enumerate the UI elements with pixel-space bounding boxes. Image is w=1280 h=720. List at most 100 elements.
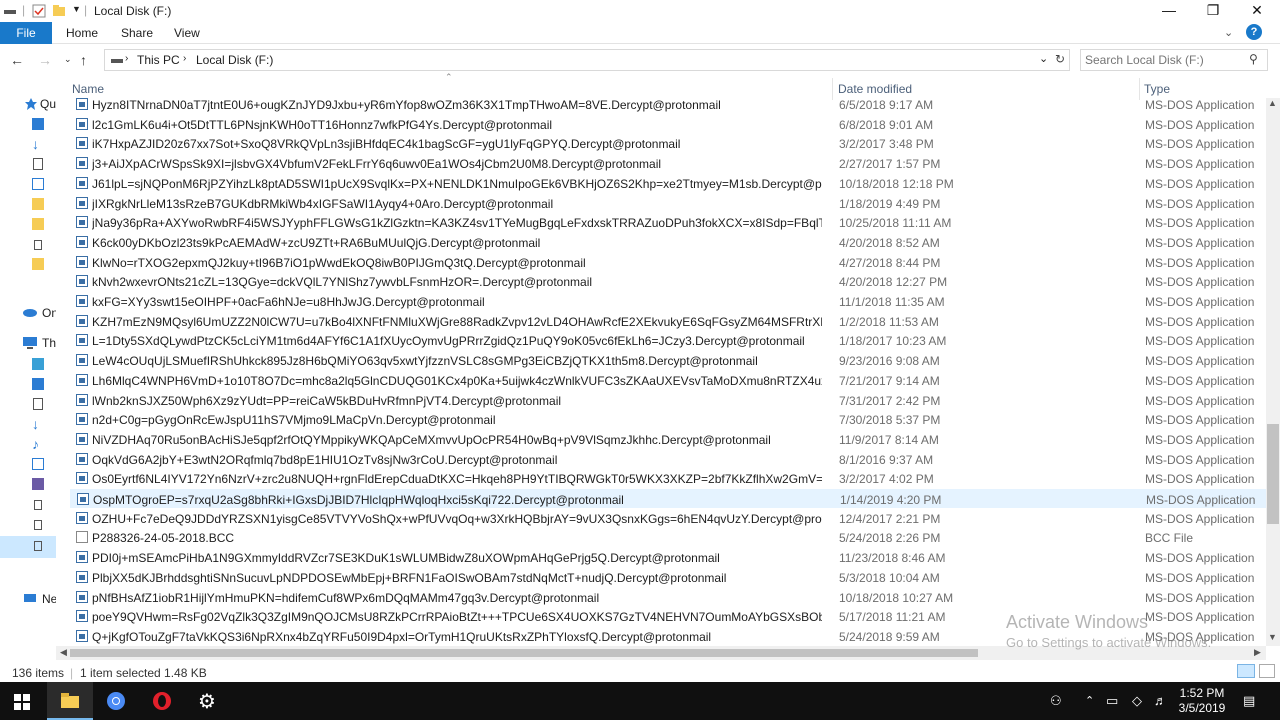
nav-item-downloads[interactable]: ↓ (22, 136, 56, 156)
details-view-icon[interactable] (1237, 664, 1255, 678)
file-row[interactable]: Lh6MlqC4WNPH6VmD+1o10T8O7Dc=mhc8a2lq5Gln… (70, 371, 1266, 390)
nav-item-downloads[interactable]: ↓ (22, 416, 56, 436)
nav-item-local-disk-f[interactable] (0, 536, 56, 558)
search-box[interactable]: ⚲ (1080, 49, 1268, 71)
nav-item-pictures[interactable] (22, 458, 56, 476)
taskbar-settings[interactable]: ⚙ (185, 682, 231, 720)
nav-item-desktop[interactable] (22, 378, 56, 396)
breadcrumb-chevron-icon[interactable]: › (183, 53, 186, 64)
nav-item-drive[interactable] (22, 498, 56, 516)
file-row[interactable]: KZH7mEzN9MQsyl6UmUZZ2N0lCW7U=u7kBo4lXNFt… (70, 312, 1266, 331)
breadcrumb-chevron-icon[interactable]: › (125, 53, 128, 64)
file-row[interactable]: kxFG=XYy3swt15eOIHPF+0acFa6hNJe=u8HhJwJG… (70, 292, 1266, 311)
column-header-name[interactable]: Name (72, 82, 104, 96)
scroll-right-icon[interactable]: ▶ (1254, 647, 1261, 658)
back-icon[interactable]: ← (10, 52, 24, 68)
tab-view[interactable]: View (174, 22, 200, 44)
up-icon[interactable]: ↑ (80, 52, 87, 68)
scroll-left-icon[interactable]: ◀ (60, 647, 67, 658)
search-input[interactable] (1085, 52, 1245, 68)
file-row[interactable]: L=1Dty5SXdQLywdPtzCK5cLciYM1tm6d4AFYf6C1… (70, 331, 1266, 350)
tab-file[interactable]: File (0, 22, 52, 44)
horizontal-scroll-thumb[interactable] (70, 649, 978, 657)
refresh-icon[interactable]: ↻ (1055, 52, 1065, 66)
nav-item-drive[interactable] (22, 238, 56, 256)
application-icon (76, 570, 88, 583)
minimize-icon[interactable]: — (1146, 0, 1192, 22)
file-type: MS-DOS Application (1145, 452, 1255, 467)
nav-item-videos[interactable] (22, 478, 56, 496)
file-row[interactable]: PDI0j+mSEAmcPiHbA1N9GXmmyIddRVZcr7SE3KDu… (70, 548, 1266, 567)
file-row[interactable]: J61lpL=sjNQPonM6RjPZYihzLk8ptAD5SWI1pUcX… (70, 174, 1266, 193)
maximize-icon[interactable]: ❐ (1190, 0, 1236, 22)
nav-network[interactable]: Ne (42, 592, 56, 606)
file-row[interactable]: lWnb2knSJXZ50Wph6Xz9zYUdt=PP=reiCaW5kBDu… (70, 391, 1266, 410)
file-row[interactable]: iK7HxpAZJID20z67xx7Sot+SxoQ8VRkQVpLn3sji… (70, 134, 1266, 153)
battery-icon[interactable]: ▭ (1106, 693, 1118, 709)
file-row[interactable]: Hyzn8ITNrnaDN0aT7jtntE0U6+ougKZnJYD9Jxbu… (70, 95, 1266, 114)
tab-share[interactable]: Share (121, 22, 153, 44)
file-row[interactable]: PlbjXX5dKJBrhddsghtiSNnSucuvLpNDPDOSEwMb… (70, 568, 1266, 587)
file-row[interactable]: NiVZDHAq70Ru5onBAcHiSJe5qpf2rfOtQYMppiky… (70, 430, 1266, 449)
column-header-date-modified[interactable]: Date modified (838, 82, 912, 96)
file-row[interactable]: j3+AiJXpACrWSpsSk9XI=jlsbvGX4VbfumV2FekL… (70, 154, 1266, 173)
close-icon[interactable]: ✕ (1234, 0, 1280, 22)
scroll-down-icon[interactable]: ▼ (1268, 632, 1277, 642)
file-row[interactable]: pNfBHsAfZ1iobR1HijlYmHmuPKN=hdifemCuf8WP… (70, 588, 1266, 607)
network-tray-icon[interactable]: ◇ (1132, 693, 1142, 709)
file-row[interactable]: kNvh2wxevrONts21cZL=13QGye=dckVQlL7YNlSh… (70, 272, 1266, 291)
column-header-type[interactable]: Type (1144, 82, 1170, 96)
nav-item-pictures[interactable] (22, 178, 56, 196)
file-row[interactable]: OZHU+Fc7eDeQ9JDDdYRZSXN1yisgCe85VTVYVoSh… (70, 509, 1266, 528)
expand-ribbon-icon[interactable]: ⌄ (1224, 26, 1233, 39)
nav-item-desktop[interactable] (22, 118, 56, 136)
file-row[interactable]: jNa9y36pRa+AXYwoRwbRF4i5WSJYyphFFLGWsG1k… (70, 213, 1266, 232)
file-row[interactable]: jIXRgkNrLleM13sRzeB7GUKdbRMkiWb4xIGFSaWI… (70, 194, 1266, 213)
nav-item-music[interactable]: ♪ (22, 436, 56, 456)
nav-item-folder[interactable] (22, 258, 56, 276)
address-dropdown-icon[interactable]: ⌄ (1039, 52, 1048, 65)
address-bar[interactable]: › This PC › Local Disk (F:) ⌄ ↻ (104, 49, 1070, 71)
vertical-scroll-thumb[interactable] (1267, 424, 1279, 524)
nav-quick-access[interactable]: Qu (40, 97, 56, 111)
file-row[interactable]: OspMTOgroEP=s7rxqU2aSg8bhRki+IGxsDjJBID7… (70, 489, 1266, 508)
nav-this-pc[interactable]: Th (42, 336, 56, 350)
forward-icon[interactable]: → (38, 52, 52, 68)
taskbar-file-explorer[interactable] (47, 682, 93, 720)
taskbar-opera[interactable] (139, 682, 185, 720)
nav-onedrive[interactable]: On (42, 306, 56, 320)
system-clock[interactable]: 1:52 PM 3/5/2019 (1176, 686, 1228, 716)
nav-item-folder[interactable] (22, 218, 56, 236)
file-row[interactable]: n2d+C0g=pGygOnRcEwJspU11hS7VMjmo9LMaCpVn… (70, 410, 1266, 429)
people-icon[interactable]: ⚇ (1050, 693, 1062, 709)
nav-item-3d-objects[interactable] (22, 358, 56, 376)
breadcrumb-this-pc[interactable]: This PC (137, 53, 180, 67)
file-row[interactable]: LeW4cOUqUjLSMuefIRShUhkck895Jz8H6bQMiYO6… (70, 351, 1266, 370)
new-folder-icon[interactable] (52, 4, 66, 18)
nav-item-documents[interactable] (22, 158, 56, 176)
volume-icon[interactable]: ♬ (1154, 693, 1167, 708)
file-row[interactable]: K6ck00yDKbOzl23ts9kPcAEMAdW+zcU9ZTt+RA6B… (70, 233, 1266, 252)
file-row[interactable]: Os0Eyrtf6NL4IYV172Yn6NzrV+zrc2u8NUQH+rgn… (70, 469, 1266, 488)
scroll-up-icon[interactable]: ▲ (1268, 98, 1277, 108)
file-row[interactable]: OqkVdG6A2jbY+E3wtN2ORqfmlq7bd8pE1HIU1OzT… (70, 450, 1266, 469)
breadcrumb-local-disk[interactable]: Local Disk (F:) (196, 53, 273, 67)
nav-item-folder[interactable] (22, 198, 56, 216)
help-icon[interactable]: ? (1246, 24, 1262, 40)
properties-icon[interactable] (32, 4, 46, 18)
customize-toolbar-icon[interactable]: ▼ (72, 4, 81, 14)
file-row[interactable]: P288326-24-05-2018.BCC 5/24/2018 2:26 PM B… (70, 528, 1266, 547)
tab-home[interactable]: Home (66, 22, 98, 44)
windows-start-icon[interactable] (14, 694, 30, 710)
recent-locations-icon[interactable]: ⌄ (64, 54, 72, 65)
nav-item-documents[interactable] (22, 398, 56, 416)
search-icon[interactable]: ⚲ (1249, 52, 1258, 66)
taskbar-chrome[interactable] (93, 682, 139, 720)
nav-item-drive[interactable] (22, 518, 56, 536)
large-icons-view-icon[interactable] (1259, 664, 1275, 678)
file-row[interactable]: l2c1GmLK6u4i+Ot5DtTTL6PNsjnKWH0oTT16Honn… (70, 115, 1266, 134)
file-row[interactable]: KlwNo=rTXOG2epxmQJ2kuy+tI96B7iO1pWwdEkOQ… (70, 253, 1266, 272)
show-hidden-icons-icon[interactable]: ⌃ (1085, 694, 1094, 707)
vertical-scrollbar[interactable] (1266, 98, 1280, 646)
action-center-icon[interactable]: ▤ (1243, 693, 1255, 709)
